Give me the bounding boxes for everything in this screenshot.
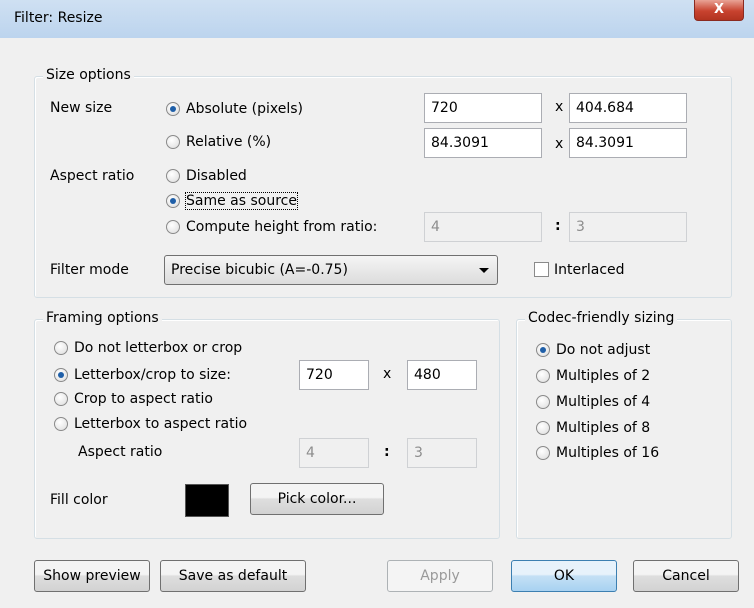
aspect-ratio-label: Aspect ratio (50, 168, 135, 184)
apply-button[interactable]: Apply (387, 560, 493, 592)
resize-dialog: Filter: Resize X Size options New size A… (0, 0, 754, 608)
absolute-x-separator: x (555, 99, 564, 115)
save-as-default-button[interactable]: Save as default (160, 560, 306, 592)
absolute-width-input[interactable]: 720 (424, 93, 542, 123)
framing-aspect-ratio-label: Aspect ratio (78, 444, 163, 460)
framing-ratio-colon: : (384, 444, 390, 460)
radio-crop-aspect-label: Crop to aspect ratio (74, 391, 213, 407)
radio-aspect-same-as-source[interactable]: Same as source (166, 192, 298, 210)
codec-option-label: Multiples of 16 (556, 445, 660, 461)
codec-option-label: Multiples of 8 (556, 420, 651, 436)
radio-codec-do-not-adjust[interactable]: Do not adjust (536, 341, 650, 359)
size-ratio-colon: : (555, 218, 561, 234)
framing-ratio-numerator-input[interactable]: 4 (299, 438, 369, 468)
size-ratio-numerator-input[interactable]: 4 (424, 212, 542, 242)
ok-button[interactable]: OK (511, 560, 617, 592)
framing-options-legend: Framing options (43, 310, 162, 326)
codec-option-label: Multiples of 2 (556, 368, 651, 384)
radio-aspect-disabled-label: Disabled (186, 168, 247, 184)
close-icon[interactable]: X (694, 0, 744, 21)
filter-mode-value: Precise bicubic (A=-0.75) (171, 262, 348, 278)
interlaced-checkbox[interactable] (534, 262, 549, 277)
filter-mode-label: Filter mode (50, 262, 129, 278)
framing-width-input[interactable]: 720 (299, 360, 369, 390)
fill-color-label: Fill color (50, 492, 108, 508)
show-preview-button[interactable]: Show preview (34, 560, 150, 592)
window-title: Filter: Resize (14, 10, 103, 26)
radio-aspect-same-label: Same as source (185, 192, 298, 210)
radio-relative-percent[interactable]: Relative (%) (166, 133, 271, 151)
radio-letterbox-to-size-label: Letterbox/crop to size: (74, 367, 231, 383)
filter-mode-select[interactable]: Precise bicubic (A=-0.75) (164, 255, 498, 285)
relative-x-separator: x (555, 136, 564, 152)
radio-absolute-pixels[interactable]: Absolute (pixels) (166, 100, 303, 118)
radio-letterbox-to-size[interactable]: Letterbox/crop to size: (54, 366, 231, 384)
chevron-down-icon (479, 268, 489, 273)
radio-no-letterbox[interactable]: Do not letterbox or crop (54, 339, 242, 357)
size-ratio-denominator-input[interactable]: 3 (569, 212, 687, 242)
codec-sizing-legend: Codec-friendly sizing (525, 310, 678, 326)
radio-absolute-label: Absolute (pixels) (186, 101, 303, 117)
framing-x-separator: x (383, 366, 392, 382)
radio-letterbox-aspect-label: Letterbox to aspect ratio (74, 416, 248, 432)
framing-height-input[interactable]: 480 (407, 360, 477, 390)
radio-codec-multiples-2[interactable]: Multiples of 2 (536, 367, 650, 385)
relative-height-input[interactable]: 84.3091 (569, 128, 687, 158)
radio-codec-multiples-4[interactable]: Multiples of 4 (536, 393, 650, 411)
new-size-label: New size (50, 100, 113, 116)
radio-crop-aspect[interactable]: Crop to aspect ratio (54, 390, 213, 408)
fill-color-swatch (185, 484, 229, 517)
radio-relative-label: Relative (%) (186, 134, 272, 150)
relative-width-input[interactable]: 84.3091 (424, 128, 542, 158)
interlaced-label: Interlaced (554, 262, 625, 278)
radio-aspect-disabled[interactable]: Disabled (166, 167, 247, 185)
radio-no-letterbox-label: Do not letterbox or crop (74, 340, 243, 356)
radio-aspect-compute[interactable]: Compute height from ratio: (166, 218, 377, 236)
radio-aspect-compute-label: Compute height from ratio: (186, 219, 378, 235)
codec-option-label: Multiples of 4 (556, 394, 651, 410)
framing-ratio-denominator-input[interactable]: 3 (407, 438, 477, 468)
radio-codec-multiples-16[interactable]: Multiples of 16 (536, 444, 659, 462)
radio-codec-multiples-8[interactable]: Multiples of 8 (536, 419, 650, 437)
title-bar: Filter: Resize X (0, 0, 754, 38)
absolute-height-input[interactable]: 404.684 (569, 93, 687, 123)
codec-option-label: Do not adjust (556, 342, 651, 358)
cancel-button[interactable]: Cancel (633, 560, 739, 592)
radio-letterbox-aspect[interactable]: Letterbox to aspect ratio (54, 415, 247, 433)
size-options-legend: Size options (43, 67, 134, 83)
pick-color-button[interactable]: Pick color... (250, 483, 384, 515)
